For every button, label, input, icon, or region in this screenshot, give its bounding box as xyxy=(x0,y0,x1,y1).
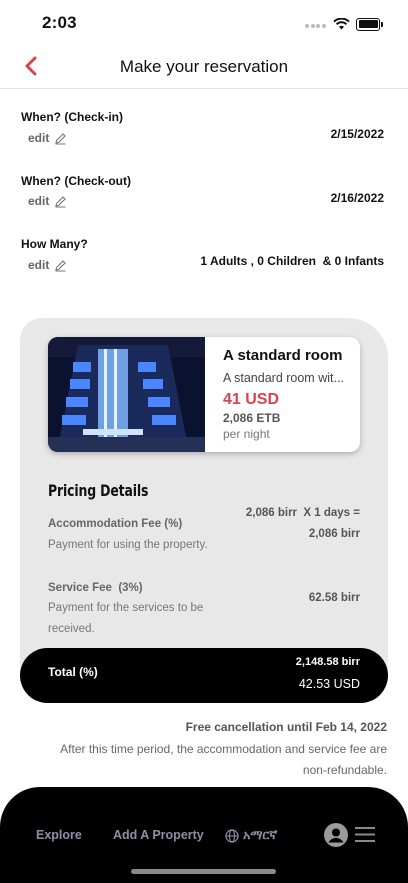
guests-value: 1 Adults , 0 Children & 0 Infants xyxy=(200,254,384,268)
room-price-usd: 41 USD xyxy=(223,391,280,408)
battery-icon xyxy=(356,17,383,31)
checkin-value: 2/15/2022 xyxy=(330,127,384,141)
checkin-edit-label: edit xyxy=(28,131,50,145)
pricing-title: Pricing Details xyxy=(48,481,149,500)
total-label: Total (%) xyxy=(48,665,98,679)
home-indicator xyxy=(131,869,276,874)
accommodation-fee-description: Payment for using the property. xyxy=(48,539,208,551)
room-card[interactable]: A standard room A standard room wit... 4… xyxy=(48,337,360,452)
menu-icon[interactable] xyxy=(355,826,375,843)
checkout-edit-button[interactable]: edit xyxy=(28,194,67,208)
nav-language[interactable]: አማርኛ xyxy=(225,828,277,843)
nav-add-property[interactable]: Add A Property xyxy=(113,828,204,842)
checkout-value: 2/16/2022 xyxy=(330,191,384,205)
status-icons xyxy=(305,15,383,33)
service-fee-description-2: received. xyxy=(48,623,95,635)
total-usd: 42.53 USD xyxy=(298,677,360,691)
room-price-etb: 2,086 ETB xyxy=(223,411,281,425)
signal-icon xyxy=(305,15,327,33)
checkin-edit-button[interactable]: edit xyxy=(28,131,67,145)
pencil-icon xyxy=(55,195,67,208)
room-description: A standard room wit... xyxy=(223,371,344,385)
guests-label: How Many? xyxy=(21,237,88,251)
checkout-label: When? (Check-out) xyxy=(21,174,131,188)
room-name: A standard room xyxy=(223,347,343,364)
service-fee-amount: 62.58 birr xyxy=(308,592,360,604)
service-fee-label: Service Fee (3%) xyxy=(48,582,143,594)
room-photo xyxy=(48,337,205,452)
pencil-icon xyxy=(55,132,67,145)
nav-language-label: አማርኛ xyxy=(243,828,278,842)
guests-edit-label: edit xyxy=(28,258,50,272)
accommodation-fee-calc: 2,086 birr X 1 days = xyxy=(245,507,360,519)
total-birr: 2,148.58 birr xyxy=(295,656,360,668)
checkin-label: When? (Check-in) xyxy=(21,110,123,124)
header-divider xyxy=(0,88,408,89)
accommodation-fee-total: 2,086 birr xyxy=(308,528,360,540)
avatar-icon[interactable] xyxy=(324,823,348,847)
guests-edit-button[interactable]: edit xyxy=(28,258,67,272)
nav-explore[interactable]: Explore xyxy=(36,828,82,842)
wifi-icon xyxy=(333,18,350,30)
page-title: Make your reservation xyxy=(119,57,289,76)
free-cancellation-title: Free cancellation until Feb 14, 2022 xyxy=(185,720,387,734)
cancellation-note: After this time period, the accommodatio… xyxy=(60,742,387,777)
accommodation-fee-label: Accommodation Fee (%) xyxy=(48,518,183,530)
status-time: 2:03 xyxy=(42,13,77,32)
room-price-unit: per night xyxy=(223,427,270,441)
checkout-edit-label: edit xyxy=(28,194,50,208)
globe-icon xyxy=(225,828,239,843)
service-fee-description-1: Payment for the services to be xyxy=(48,602,204,614)
pencil-icon xyxy=(55,259,67,272)
